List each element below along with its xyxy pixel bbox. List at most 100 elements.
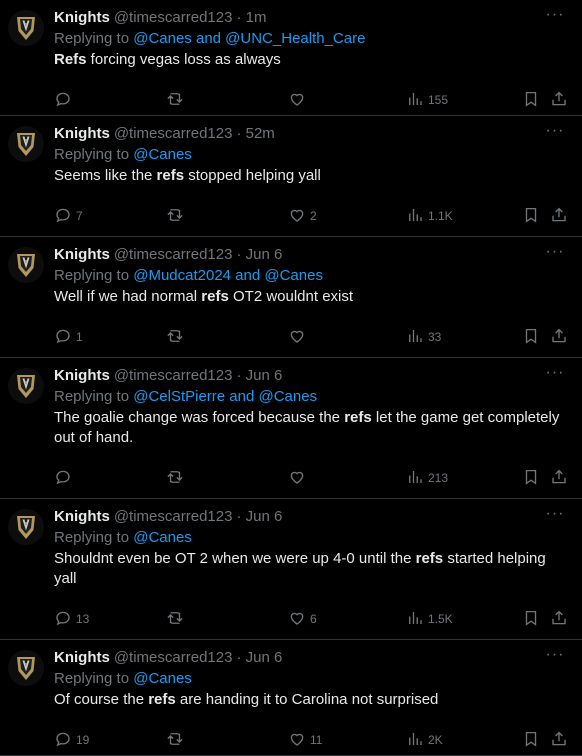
- avatar[interactable]: [8, 10, 44, 46]
- replying-mention[interactable]: @Canes: [133, 529, 192, 546]
- reply-button[interactable]: [54, 90, 76, 110]
- avatar[interactable]: [8, 126, 44, 162]
- text-segment: Of course the: [54, 691, 149, 708]
- highlighted-term: refs: [156, 167, 185, 184]
- tweet[interactable]: Knights @timescarred123 · Jun 6 ··· Replying…: [0, 499, 582, 640]
- handle[interactable]: @timescarred123: [114, 9, 233, 26]
- display-name[interactable]: Knights: [54, 9, 110, 26]
- avatar[interactable]: [8, 247, 44, 283]
- tweet[interactable]: Knights @timescarred123 · Jun 6 ··· Replying…: [0, 237, 582, 358]
- handle[interactable]: @timescarred123: [114, 125, 233, 142]
- views-count: 1.1K: [428, 209, 453, 223]
- views-button[interactable]: 1.1K: [406, 206, 453, 226]
- timestamp[interactable]: · 52m: [236, 125, 274, 142]
- bookmark-icon: [522, 730, 540, 751]
- avatar[interactable]: [8, 509, 44, 545]
- handle[interactable]: @timescarred123: [114, 508, 233, 525]
- views-button[interactable]: 2K: [406, 730, 443, 750]
- bookmark-button[interactable]: [522, 609, 540, 629]
- display-name[interactable]: Knights: [54, 367, 110, 384]
- tweet-text: Of course the refs are handing it to Car…: [54, 690, 568, 710]
- replying-mention[interactable]: @Canes: [133, 670, 192, 687]
- retweet-button[interactable]: [166, 609, 184, 629]
- reply-button[interactable]: [54, 468, 76, 488]
- highlighted-term: refs: [148, 691, 176, 708]
- like-button[interactable]: 6: [288, 609, 317, 629]
- replying-mention[interactable]: @Mudcat2024 and @Canes: [133, 267, 323, 284]
- reply-icon: [54, 90, 72, 111]
- display-name[interactable]: Knights: [54, 649, 110, 666]
- timestamp[interactable]: · 1m: [236, 9, 266, 26]
- like-button[interactable]: [288, 327, 310, 347]
- handle[interactable]: @timescarred123: [114, 246, 233, 263]
- display-name[interactable]: Knights: [54, 508, 110, 525]
- reply-button[interactable]: 1: [54, 327, 83, 347]
- share-button[interactable]: [550, 468, 568, 488]
- retweet-button[interactable]: [166, 327, 184, 347]
- timestamp[interactable]: · Jun 6: [236, 508, 282, 525]
- replying-mention[interactable]: @Canes and @UNC_Health_Care: [133, 30, 365, 47]
- bookmark-button[interactable]: [522, 468, 540, 488]
- timestamp[interactable]: · Jun 6: [236, 246, 282, 263]
- tweet[interactable]: Knights @timescarred123 · Jun 6 ··· Replying…: [0, 640, 582, 756]
- handle[interactable]: @timescarred123: [114, 649, 233, 666]
- tweet-header: Knights @timescarred123 · Jun 6: [54, 364, 568, 386]
- more-icon[interactable]: ···: [542, 243, 568, 265]
- text-segment: forcing vegas loss as always: [86, 51, 281, 68]
- timestamp[interactable]: · Jun 6: [236, 367, 282, 384]
- replying-prefix: Replying to: [54, 30, 134, 47]
- more-icon[interactable]: ···: [542, 364, 568, 386]
- views-button[interactable]: 155: [406, 90, 448, 110]
- retweet-button[interactable]: [166, 730, 184, 750]
- reply-button[interactable]: 19: [54, 730, 89, 750]
- views-icon: [406, 468, 424, 489]
- share-button[interactable]: [550, 327, 568, 347]
- share-button[interactable]: [550, 609, 568, 629]
- share-button[interactable]: [550, 206, 568, 226]
- bookmark-button[interactable]: [522, 327, 540, 347]
- bookmark-button[interactable]: [522, 730, 540, 750]
- replying-to: Replying to @Canes and @UNC_Health_Care: [54, 28, 568, 50]
- like-button[interactable]: 11: [288, 730, 322, 750]
- bookmark-button[interactable]: [522, 206, 540, 226]
- retweet-button[interactable]: [166, 90, 184, 110]
- tweet[interactable]: Knights @timescarred123 · 1m ··· Replying to…: [0, 0, 582, 116]
- display-name[interactable]: Knights: [54, 125, 110, 142]
- bookmark-icon: [522, 609, 540, 630]
- replying-mention[interactable]: @CelStPierre and @Canes: [133, 388, 317, 405]
- action-bar: 213: [54, 468, 568, 488]
- tweet-text: The goalie change was forced because the…: [54, 408, 568, 448]
- handle[interactable]: @timescarred123: [114, 367, 233, 384]
- replying-mention[interactable]: @Canes: [133, 146, 192, 163]
- bookmark-icon: [522, 468, 540, 489]
- like-button[interactable]: [288, 90, 310, 110]
- timestamp[interactable]: · Jun 6: [236, 649, 282, 666]
- reply-count: 1: [76, 330, 83, 344]
- more-icon[interactable]: ···: [542, 6, 568, 28]
- avatar[interactable]: [8, 368, 44, 404]
- text-segment: Well if we had normal: [54, 288, 202, 305]
- more-icon[interactable]: ···: [542, 505, 568, 527]
- more-icon[interactable]: ···: [542, 646, 568, 668]
- display-name[interactable]: Knights: [54, 246, 110, 263]
- retweet-button[interactable]: [166, 206, 184, 226]
- reply-button[interactable]: 13: [54, 609, 89, 629]
- views-button[interactable]: 1.5K: [406, 609, 453, 629]
- like-button[interactable]: [288, 468, 310, 488]
- retweet-button[interactable]: [166, 468, 184, 488]
- reply-icon: [54, 730, 72, 751]
- share-button[interactable]: [550, 90, 568, 110]
- retweet-icon: [166, 90, 184, 111]
- highlighted-term: refs: [201, 288, 229, 305]
- bookmark-button[interactable]: [522, 90, 540, 110]
- tweet[interactable]: Knights @timescarred123 · 52m ··· Replying t…: [0, 116, 582, 237]
- tweet[interactable]: Knights @timescarred123 · Jun 6 ··· Replying…: [0, 358, 582, 499]
- more-icon[interactable]: ···: [542, 122, 568, 144]
- views-button[interactable]: 33: [406, 327, 441, 347]
- like-icon: [288, 468, 306, 489]
- like-button[interactable]: 2: [288, 206, 317, 226]
- share-button[interactable]: [550, 730, 568, 750]
- views-button[interactable]: 213: [406, 468, 448, 488]
- avatar[interactable]: [8, 650, 44, 686]
- reply-button[interactable]: 7: [54, 206, 83, 226]
